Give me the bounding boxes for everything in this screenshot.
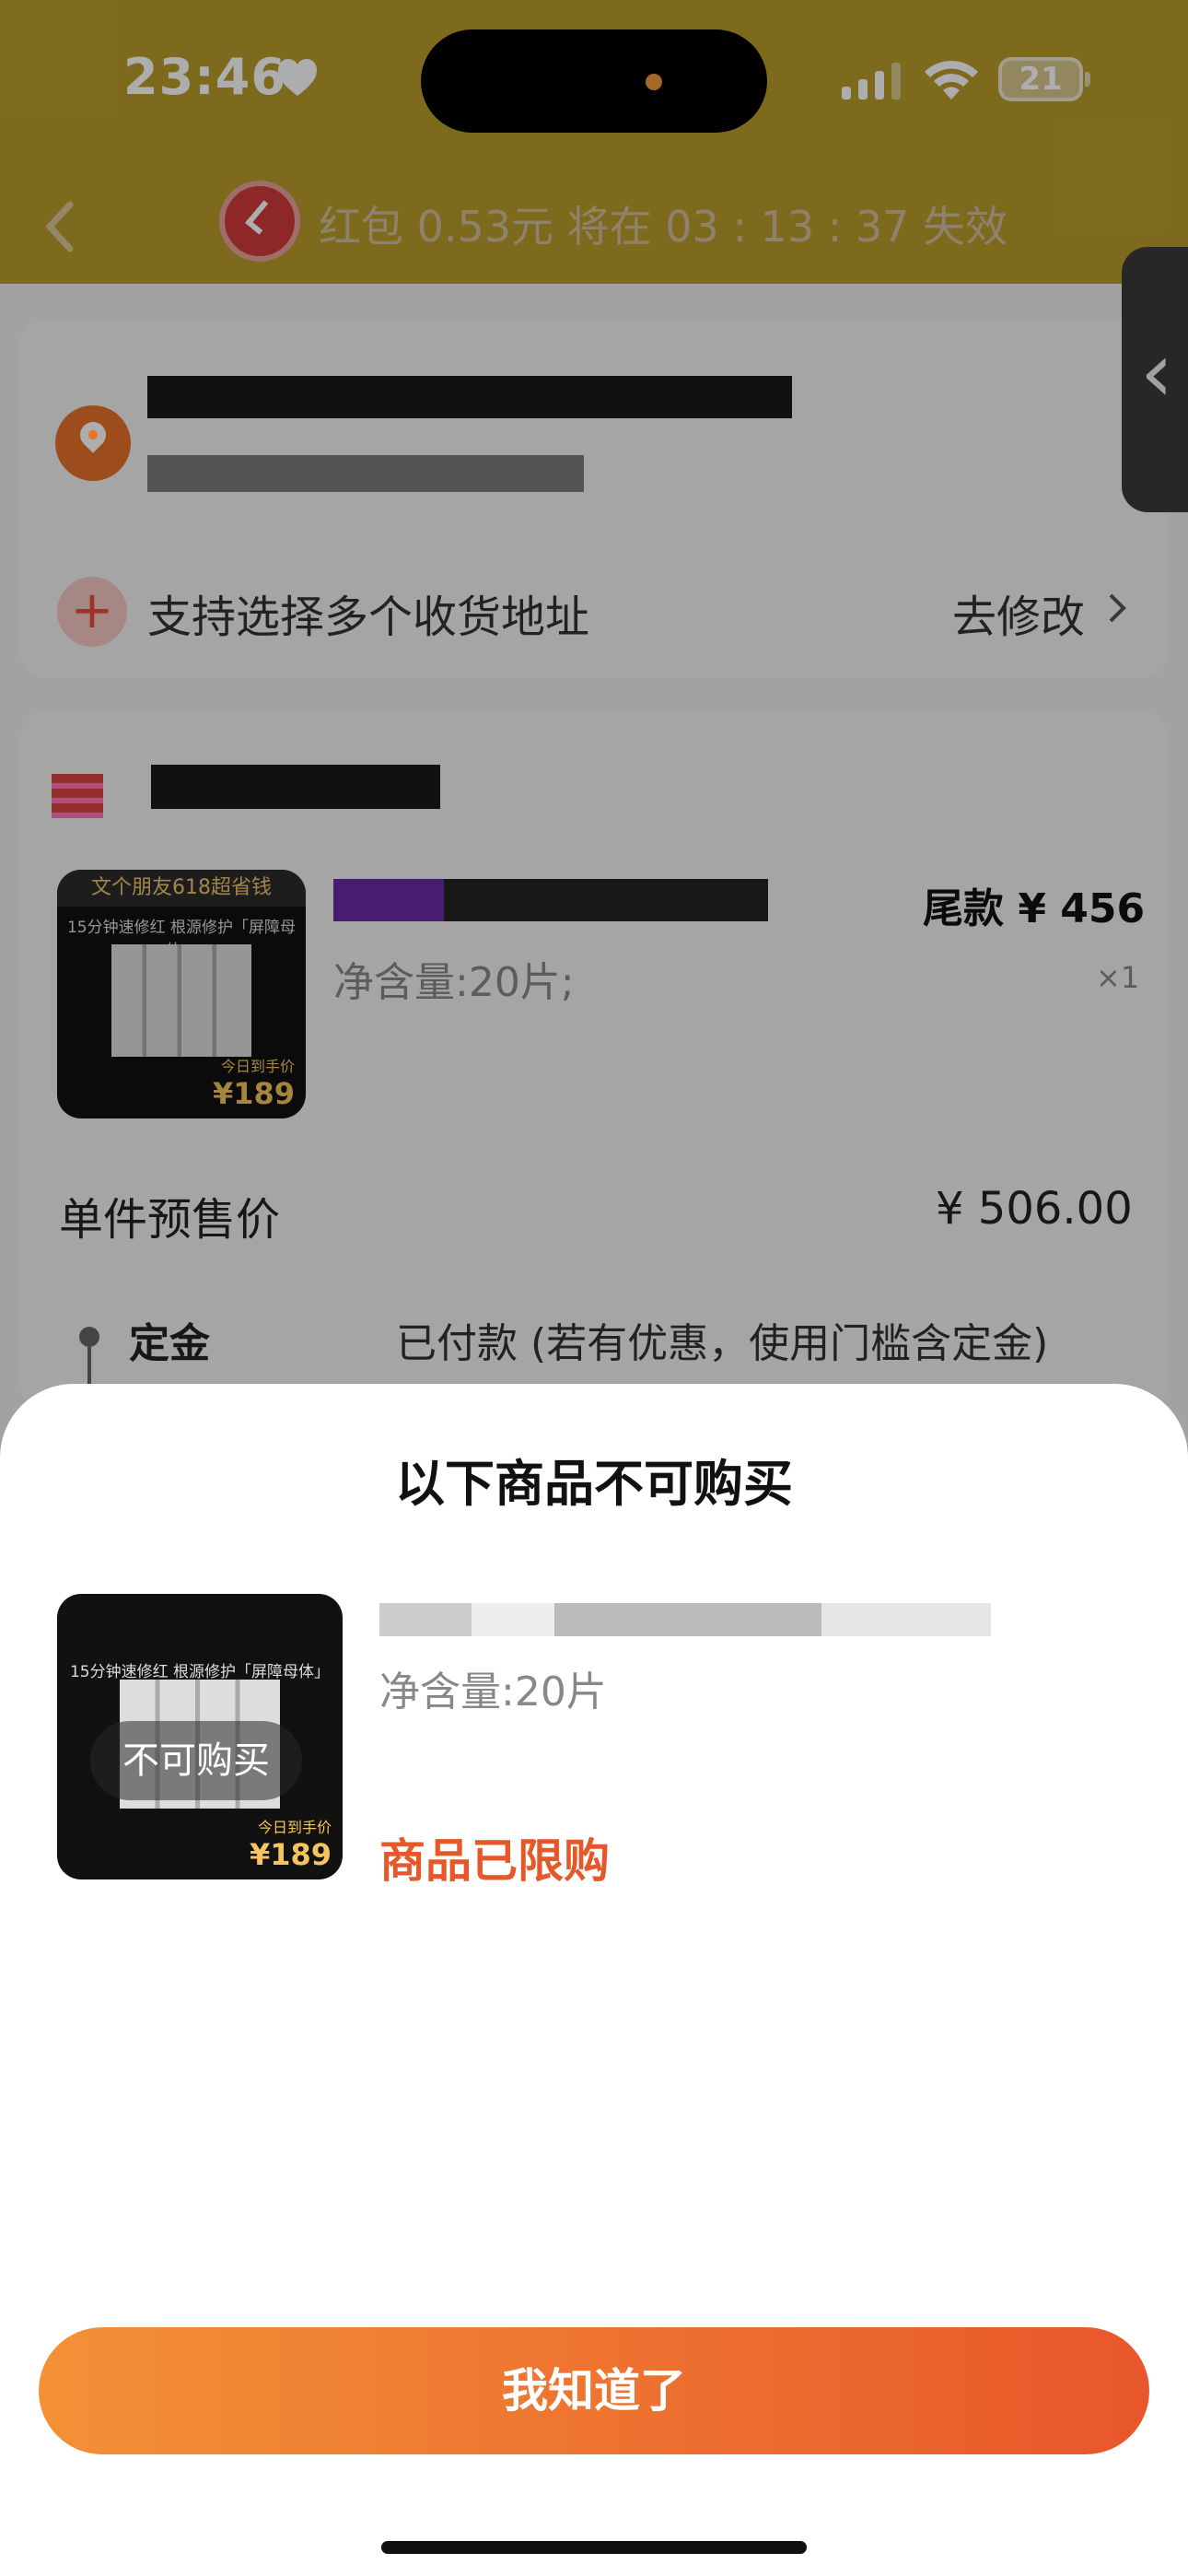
unavailable-product-thumbnail: 15分钟速修红 根源修护「屏障母体」 不可购买 今日到手价 ¥189 (57, 1594, 343, 1879)
sheet-title: 以下商品不可购买 (395, 1455, 793, 1513)
unavailable-badge: 不可购买 (90, 1721, 302, 1800)
product-image-subtitle: 15分钟速修红 根源修护「屏障母体」 (69, 1663, 331, 1681)
confirm-button[interactable]: 我知道了 (39, 2327, 1149, 2454)
purchase-limit-status: 商品已限购 (379, 1834, 610, 1888)
product-image-price-label: 今日到手价 (257, 1819, 332, 1836)
product-image-price: ¥189 (249, 1837, 332, 1872)
redacted-product-title (379, 1603, 991, 1636)
unavailable-product-spec: 净含量:20片 (379, 1669, 607, 1715)
home-indicator[interactable] (381, 2541, 807, 2554)
